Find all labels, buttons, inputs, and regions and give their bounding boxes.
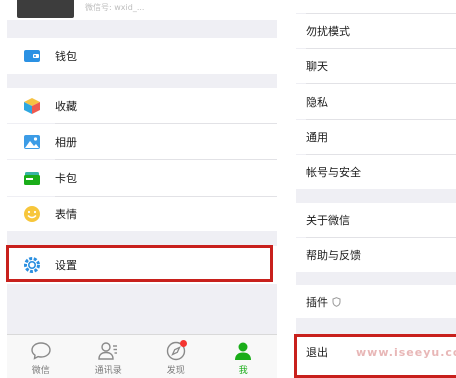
person-icon [235,342,252,360]
new-badge-dot [179,340,187,347]
settings-item-do-not-disturb[interactable]: 勿扰模式 [296,14,456,48]
settings-item-general[interactable]: 通用 [296,120,456,154]
tab-contacts[interactable]: 通讯录 [75,335,143,378]
profile-id-text: 微信号: wxid_... [85,3,145,12]
tab-wechat[interactable]: 微信 [7,335,75,378]
contacts-icon [98,342,118,360]
logout-label: 退出 [306,346,328,359]
general-label: 通用 [306,131,328,144]
album-label: 相册 [55,135,77,149]
cards-label: 卡包 [55,172,77,185]
stickers-label: 表情 [55,208,77,221]
settings-item-privacy[interactable]: 隐私 [296,84,456,119]
settings-item-logout[interactable]: 退出 www.iseeyu.com [296,334,456,378]
account-security-label: 帐号与安全 [306,166,361,179]
wallet-label: 钱包 [55,50,77,63]
tab-contacts-label: 通讯录 [94,366,122,376]
shield-icon [332,296,341,307]
me-page: 微信号: wxid_... 钱包 收藏 相册 卡包 表情 设置 微信 通讯录 发… [7,0,277,378]
favorites-label: 收藏 [55,99,77,113]
chat-label: 聊天 [306,60,328,73]
tab-discover[interactable]: 发现 [142,335,210,378]
settings-item[interactable]: 设置 [7,246,277,284]
tab-wechat-label: 微信 [31,366,50,376]
album-picture-icon [23,133,41,151]
avatar [17,0,74,18]
wallet-icon [23,47,41,65]
help-feedback-label: 帮助与反馈 [306,249,361,262]
settings-page: 勿扰模式 聊天 隐私 通用 帐号与安全 关于微信 帮助与反馈 插件 退出 www… [296,0,456,378]
settings-item-help-feedback[interactable]: 帮助与反馈 [296,238,456,272]
card-package-icon [23,169,41,187]
cards-item[interactable]: 卡包 [7,160,277,196]
watermark-text: www.iseeyu.com [356,346,456,359]
plugins-label: 插件 [306,295,328,309]
chat-bubble-icon [31,342,51,360]
sticker-smiley-icon [23,205,41,223]
favorites-cube-icon [23,97,41,115]
settings-top-partial-row [296,0,456,13]
do-not-disturb-label: 勿扰模式 [306,25,350,38]
stickers-item[interactable]: 表情 [7,197,277,231]
settings-item-about[interactable]: 关于微信 [296,203,456,237]
settings-item-account-security[interactable]: 帐号与安全 [296,155,456,189]
tab-me-label: 我 [238,366,248,376]
tab-me[interactable]: 我 [210,335,278,378]
settings-item-plugins[interactable]: 插件 [296,285,456,318]
settings-gear-icon [23,256,41,274]
bottom-tab-bar: 微信 通讯录 发现 我 [7,334,277,378]
wallet-item[interactable]: 钱包 [7,38,277,74]
album-item[interactable]: 相册 [7,124,277,159]
about-label: 关于微信 [306,214,350,227]
privacy-label: 隐私 [306,95,328,109]
profile-card[interactable]: 微信号: wxid_... [7,0,277,20]
settings-label: 设置 [55,259,77,272]
tab-discover-label: 发现 [166,366,185,376]
settings-item-chat[interactable]: 聊天 [296,49,456,83]
favorites-item[interactable]: 收藏 [7,88,277,123]
